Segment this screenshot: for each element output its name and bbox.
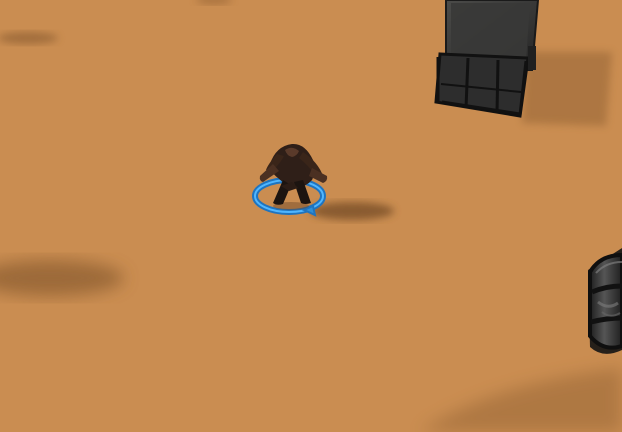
hay-cart-icon[interactable]: [434, 0, 540, 118]
game-viewport[interactable]: [0, 0, 622, 432]
game-world: [0, 0, 622, 432]
